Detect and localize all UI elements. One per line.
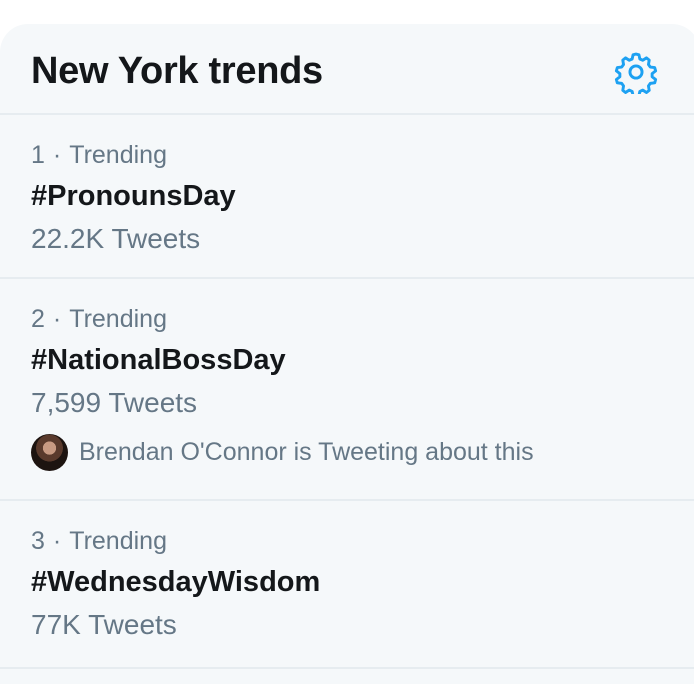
trend-tweet-count: 22.2K Tweets xyxy=(31,223,201,254)
trend-category: Trending xyxy=(69,141,167,169)
trend-meta: 2 · Trending xyxy=(31,305,167,334)
trend-rank: 1 xyxy=(31,141,45,169)
trend-meta: 3 · Trending xyxy=(31,527,167,556)
trend-category: Trending xyxy=(69,305,167,333)
trend-separator: · xyxy=(52,305,62,333)
trend-rank: 3 xyxy=(31,527,45,555)
trend-item-3[interactable]: 3 · Trending #WednesdayWisdom 77K Tweets xyxy=(0,501,694,669)
trend-tweet-count: 77K Tweets xyxy=(31,609,177,640)
trends-panel: New York trends 1 · Trending #PronounsDay … xyxy=(0,24,694,684)
trend-item-2[interactable]: 2 · Trending #NationalBossDay 7,599 Tweets… xyxy=(0,279,694,501)
trend-rank: 2 xyxy=(31,305,45,333)
trends-header: New York trends xyxy=(0,24,694,115)
trend-separator: · xyxy=(52,141,62,169)
trend-meta: 1 · Trending xyxy=(31,141,167,170)
trend-tweet-count: 7,599 Tweets xyxy=(31,387,198,418)
trend-hashtag[interactable]: #NationalBossDay xyxy=(31,344,286,377)
avatar[interactable] xyxy=(31,433,68,471)
trend-context-text: Brendan O'Connor is Tweeting about this xyxy=(79,437,534,466)
trend-category: Trending xyxy=(69,527,167,555)
trend-hashtag[interactable]: #PronounsDay xyxy=(31,180,236,213)
gear-icon[interactable] xyxy=(614,50,658,94)
trend-hashtag[interactable]: #WednesdayWisdom xyxy=(31,566,320,599)
trend-context[interactable]: Brendan O'Connor is Tweeting about this xyxy=(31,433,534,471)
trends-title: New York trends xyxy=(31,50,323,92)
trend-separator: · xyxy=(52,527,62,555)
trend-item-1[interactable]: 1 · Trending #PronounsDay 22.2K Tweets xyxy=(0,115,694,279)
